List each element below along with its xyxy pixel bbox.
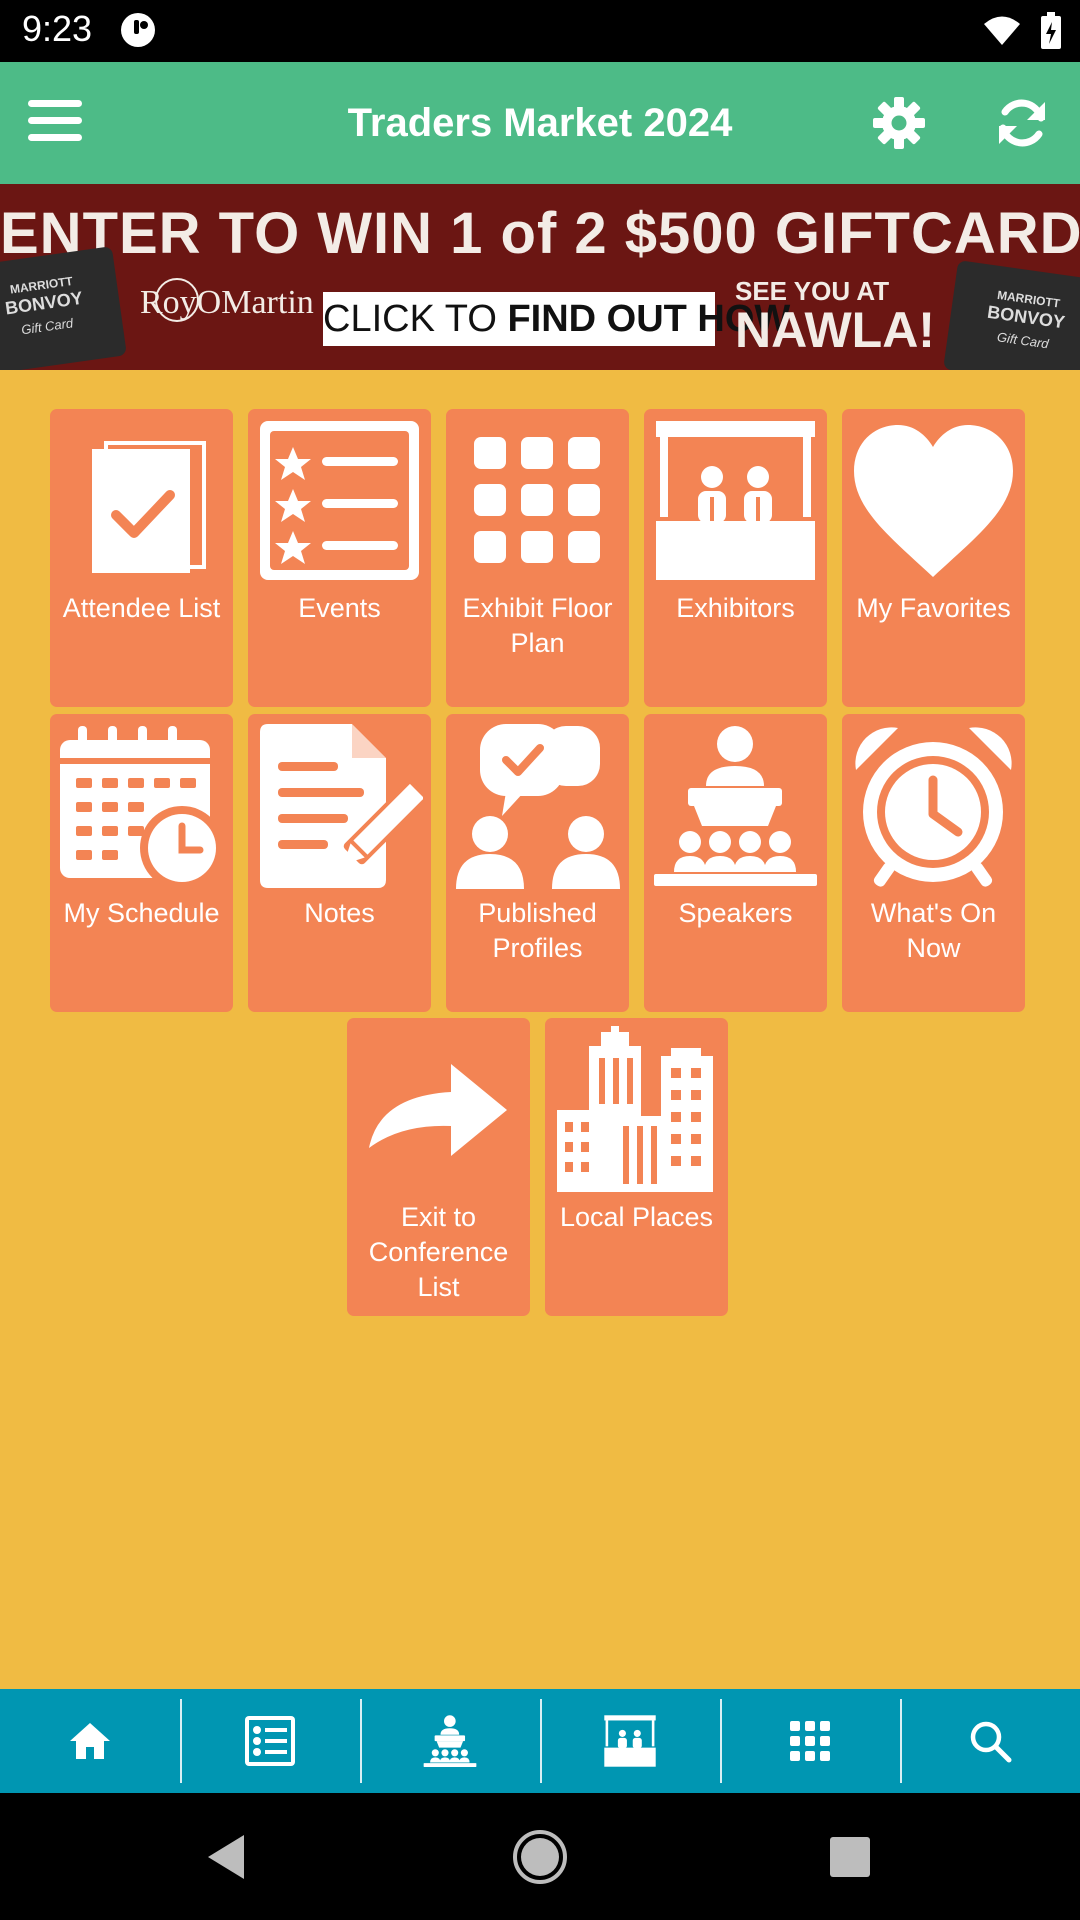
tile-label: Notes bbox=[304, 898, 375, 928]
tile-my-favorites[interactable]: My Favorites bbox=[842, 409, 1025, 707]
tile-label: My Schedule bbox=[63, 898, 220, 928]
speakers-icon bbox=[423, 1715, 477, 1768]
nav-search[interactable] bbox=[900, 1689, 1080, 1793]
bottom-nav bbox=[0, 1689, 1080, 1793]
back-triangle-icon bbox=[208, 1835, 244, 1879]
tile-label: Events bbox=[298, 593, 381, 623]
refresh-button[interactable] bbox=[995, 96, 1049, 150]
tile-label: Published Profiles bbox=[478, 898, 597, 963]
tile-exhibit-floor-plan[interactable]: Exhibit Floor Plan bbox=[446, 409, 629, 707]
home-circle-icon bbox=[513, 1830, 567, 1884]
schedule-icon bbox=[60, 726, 224, 889]
back-button[interactable] bbox=[200, 1829, 256, 1885]
nav-events[interactable] bbox=[180, 1689, 360, 1793]
menu-button[interactable] bbox=[28, 98, 88, 148]
tile-my-schedule[interactable]: My Schedule bbox=[50, 714, 233, 1012]
profiles-icon bbox=[456, 724, 620, 889]
nav-grid-menu[interactable] bbox=[720, 1689, 900, 1793]
home-system-button[interactable] bbox=[512, 1829, 568, 1885]
floor-plan-icon bbox=[474, 437, 600, 563]
tile-label: Attendee List bbox=[62, 593, 221, 623]
banner-cta[interactable]: CLICK TO FIND OUT HOW bbox=[323, 292, 790, 346]
system-nav-bar bbox=[0, 1793, 1080, 1920]
tile-published-profiles[interactable]: Published Profiles bbox=[446, 714, 629, 1012]
gift-card-sub: Gift Card bbox=[996, 329, 1050, 352]
tile-exit-to-conference-list[interactable]: Exit to Conference List bbox=[347, 1018, 530, 1316]
hamburger-menu-icon bbox=[28, 100, 82, 141]
banner-headline: ENTER TO WIN 1 of 2 $500 GIFTCARDS! bbox=[0, 201, 1080, 266]
nav-home[interactable] bbox=[0, 1689, 180, 1793]
tile-local-places[interactable]: Local Places bbox=[545, 1018, 728, 1316]
tile-label: My Favorites bbox=[856, 593, 1011, 623]
tile-label: Exhibitors bbox=[676, 593, 795, 623]
tile-label: What's On Now bbox=[870, 898, 997, 963]
tile-notes[interactable]: Notes bbox=[248, 714, 431, 1012]
banner-cta-prefix: CLICK TO bbox=[323, 298, 508, 340]
speakers-icon bbox=[654, 726, 817, 886]
nav-speakers[interactable] bbox=[360, 1689, 540, 1793]
events-list-icon bbox=[245, 1716, 295, 1766]
tile-label: Speakers bbox=[678, 898, 793, 928]
grid-menu-icon bbox=[790, 1721, 830, 1761]
status-time: 9:23 bbox=[22, 8, 93, 49]
search-icon bbox=[970, 1721, 1012, 1763]
alarm-clock-icon bbox=[855, 727, 1012, 887]
banner-side-text: SEE YOU AT NAWLA! bbox=[735, 276, 935, 359]
notes-icon bbox=[260, 724, 423, 888]
tile-label: Exit to Conference List bbox=[368, 1202, 509, 1302]
tile-whats-on-now[interactable]: What's On Now bbox=[842, 714, 1025, 1012]
app-notification-icon bbox=[120, 12, 156, 53]
exhibitors-icon bbox=[656, 421, 815, 580]
recents-button[interactable] bbox=[822, 1829, 878, 1885]
tile-label: Exhibit Floor Plan bbox=[462, 593, 613, 658]
tile-attendee-list[interactable]: Attendee List bbox=[50, 409, 233, 707]
attendee-list-icon bbox=[92, 441, 206, 573]
banner-side-line2: NAWLA! bbox=[735, 302, 935, 358]
recents-square-icon bbox=[830, 1837, 870, 1877]
refresh-icon bbox=[999, 99, 1045, 147]
gift-card-sub: Gift Card bbox=[20, 315, 74, 338]
tile-label: Local Places bbox=[559, 1202, 714, 1232]
heart-icon bbox=[854, 425, 1013, 577]
dashboard-grid: Attendee List Events Exhibit Floor Plan … bbox=[0, 370, 1080, 1689]
gift-card-left: MARRIOTT BONVOY Gift Card bbox=[0, 246, 127, 370]
home-icon bbox=[70, 1723, 110, 1759]
app-bar: Traders Market 2024 bbox=[0, 62, 1080, 184]
events-icon bbox=[260, 421, 419, 580]
nav-exhibitors[interactable] bbox=[540, 1689, 720, 1793]
promo-banner[interactable]: ENTER TO WIN 1 of 2 $500 GIFTCARDS! MARR… bbox=[0, 184, 1080, 370]
gear-icon bbox=[873, 97, 925, 149]
battery-icon bbox=[1040, 12, 1062, 55]
wifi-icon bbox=[982, 15, 1022, 52]
tile-events[interactable]: Events bbox=[248, 409, 431, 707]
status-bar: 9:23 bbox=[0, 0, 1080, 62]
gift-card-right: MARRIOTT BONVOY Gift Card bbox=[943, 260, 1080, 370]
city-buildings-icon bbox=[557, 1026, 713, 1192]
tile-speakers[interactable]: Speakers bbox=[644, 714, 827, 1012]
exhibitors-icon bbox=[604, 1715, 656, 1767]
settings-button[interactable] bbox=[872, 96, 926, 150]
exit-arrow-icon bbox=[369, 1064, 507, 1156]
sponsor-logo: RoyOMartin bbox=[140, 284, 314, 321]
tile-exhibitors[interactable]: Exhibitors bbox=[644, 409, 827, 707]
